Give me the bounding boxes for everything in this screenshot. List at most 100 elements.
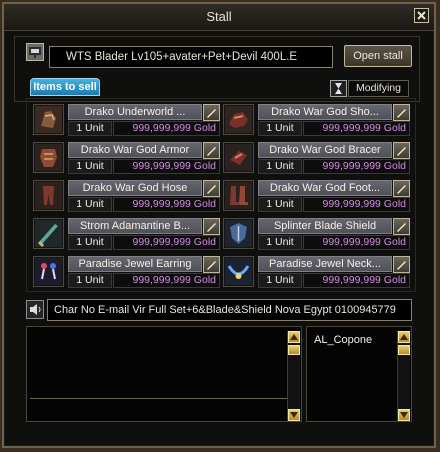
modifying-status: Modifying (348, 80, 409, 97)
item-price: 999,999,999 Gold (303, 121, 410, 136)
scroll-down-button[interactable] (398, 409, 410, 421)
chat-scrollbar[interactable] (287, 331, 300, 421)
item-quantity: 1 Unit (258, 121, 302, 136)
armor-gloves-icon (35, 106, 62, 133)
pencil-icon (397, 147, 406, 156)
item-slot[interactable]: Paradise Jewel Earring 1 Unit 999,999,99… (30, 252, 220, 289)
shoulder-armor-icon (225, 106, 252, 133)
item-price: 999,999,999 Gold (113, 197, 220, 212)
stall-announcement-input[interactable]: Char No E-mail Vir Full Set+6&Blade&Shie… (47, 299, 412, 321)
arrow-up-icon (290, 334, 298, 340)
bracer-icon (225, 144, 252, 171)
scroll-up-button[interactable] (398, 331, 410, 343)
item-price: 999,999,999 Gold (113, 235, 220, 250)
pencil-icon (207, 261, 216, 270)
edit-item-button[interactable] (393, 142, 410, 159)
arrow-down-icon (290, 412, 298, 418)
item-name: Drako War God Foot... (258, 180, 392, 196)
item-icon-slot[interactable] (33, 180, 64, 211)
item-icon-slot[interactable] (33, 104, 64, 135)
item-price: 999,999,999 Gold (303, 159, 410, 174)
item-name: Drako Underworld ... (68, 104, 202, 120)
item-price: 999,999,999 Gold (303, 197, 410, 212)
item-quantity: 1 Unit (68, 197, 112, 212)
item-name: Drako War God Armor (68, 142, 202, 158)
speaker-icon[interactable] (26, 300, 44, 319)
hourglass-icon[interactable] (330, 80, 347, 97)
item-quantity: 1 Unit (68, 273, 112, 288)
edit-item-button[interactable] (393, 256, 410, 273)
window-title: Stall (206, 9, 232, 24)
edit-item-button[interactable] (203, 142, 220, 159)
item-price: 999,999,999 Gold (303, 273, 410, 288)
earring-icon (35, 258, 62, 285)
edit-item-button[interactable] (393, 104, 410, 121)
pencil-icon (207, 185, 216, 194)
item-slot[interactable]: Drako War God Bracer 1 Unit 999,999,999 … (220, 138, 410, 175)
edit-item-button[interactable] (203, 256, 220, 273)
item-price: 999,999,999 Gold (113, 273, 220, 288)
chat-log[interactable] (26, 326, 302, 422)
visitor-scrollbar[interactable] (397, 331, 410, 421)
item-name: Drako War God Sho... (258, 104, 392, 120)
item-icon-slot[interactable] (33, 142, 64, 173)
item-icon-slot[interactable] (223, 142, 254, 173)
item-price: 999,999,999 Gold (303, 235, 410, 250)
item-slot[interactable]: Splinter Blade Shield 1 Unit 999,999,999… (220, 214, 410, 251)
item-slot[interactable]: Drako Underworld ... 1 Unit 999,999,999 … (30, 100, 220, 137)
pencil-icon (397, 223, 406, 232)
item-name: Paradise Jewel Neck... (258, 256, 392, 272)
item-quantity: 1 Unit (68, 159, 112, 174)
item-icon-slot[interactable] (223, 256, 254, 287)
scroll-thumb[interactable] (288, 345, 300, 355)
pencil-icon (397, 261, 406, 270)
shield-icon (225, 220, 252, 247)
item-icon-slot[interactable] (33, 218, 64, 249)
title-bar[interactable]: Stall (4, 4, 434, 31)
item-slot[interactable]: Drako War God Foot... 1 Unit 999,999,999… (220, 176, 410, 213)
item-slot[interactable]: Drako War God Armor 1 Unit 999,999,999 G… (30, 138, 220, 175)
item-quantity: 1 Unit (258, 197, 302, 212)
item-name: Splinter Blade Shield (258, 218, 392, 234)
open-stall-button[interactable]: Open stall (344, 45, 412, 67)
item-slot[interactable]: Drako War God Sho... 1 Unit 999,999,999 … (220, 100, 410, 137)
blade-icon (35, 220, 62, 247)
item-quantity: 1 Unit (258, 273, 302, 288)
item-icon-slot[interactable] (223, 104, 254, 135)
chat-input[interactable] (30, 398, 300, 399)
scroll-down-button[interactable] (288, 409, 300, 421)
item-price: 999,999,999 Gold (113, 159, 220, 174)
pencil-icon (207, 147, 216, 156)
item-name: Drako War God Hose (68, 180, 202, 196)
visitor-name[interactable]: AL_Copone (314, 334, 372, 346)
arrow-up-icon (400, 334, 408, 340)
item-slot[interactable]: Paradise Jewel Neck... 1 Unit 999,999,99… (220, 252, 410, 289)
item-slot[interactable]: Strom Adamantine B... 1 Unit 999,999,999… (30, 214, 220, 251)
item-slot[interactable]: Drako War God Hose 1 Unit 999,999,999 Go… (30, 176, 220, 213)
stall-title-input[interactable]: WTS Blader Lv105+avater+Pet+Devil 400L.E (49, 46, 333, 68)
item-quantity: 1 Unit (258, 159, 302, 174)
arrow-down-icon (400, 412, 408, 418)
edit-item-button[interactable] (393, 218, 410, 235)
edit-item-button[interactable] (203, 180, 220, 197)
close-button[interactable] (414, 8, 429, 23)
edit-item-button[interactable] (203, 104, 220, 121)
body-armor-icon (35, 144, 62, 171)
edit-item-button[interactable] (203, 218, 220, 235)
tab-items-to-sell[interactable]: Items to sell (30, 78, 100, 96)
edit-item-button[interactable] (393, 180, 410, 197)
hose-icon (35, 182, 62, 209)
boots-icon (225, 182, 252, 209)
signboard-icon[interactable] (26, 43, 44, 61)
item-name: Paradise Jewel Earring (68, 256, 202, 272)
item-quantity: 1 Unit (68, 235, 112, 250)
scroll-up-button[interactable] (288, 331, 300, 343)
item-icon-slot[interactable] (33, 256, 64, 287)
scroll-thumb[interactable] (398, 345, 410, 355)
item-icon-slot[interactable] (223, 180, 254, 211)
pencil-icon (397, 109, 406, 118)
item-name: Strom Adamantine B... (68, 218, 202, 234)
item-icon-slot[interactable] (223, 218, 254, 249)
item-quantity: 1 Unit (258, 235, 302, 250)
item-name: Drako War God Bracer (258, 142, 392, 158)
